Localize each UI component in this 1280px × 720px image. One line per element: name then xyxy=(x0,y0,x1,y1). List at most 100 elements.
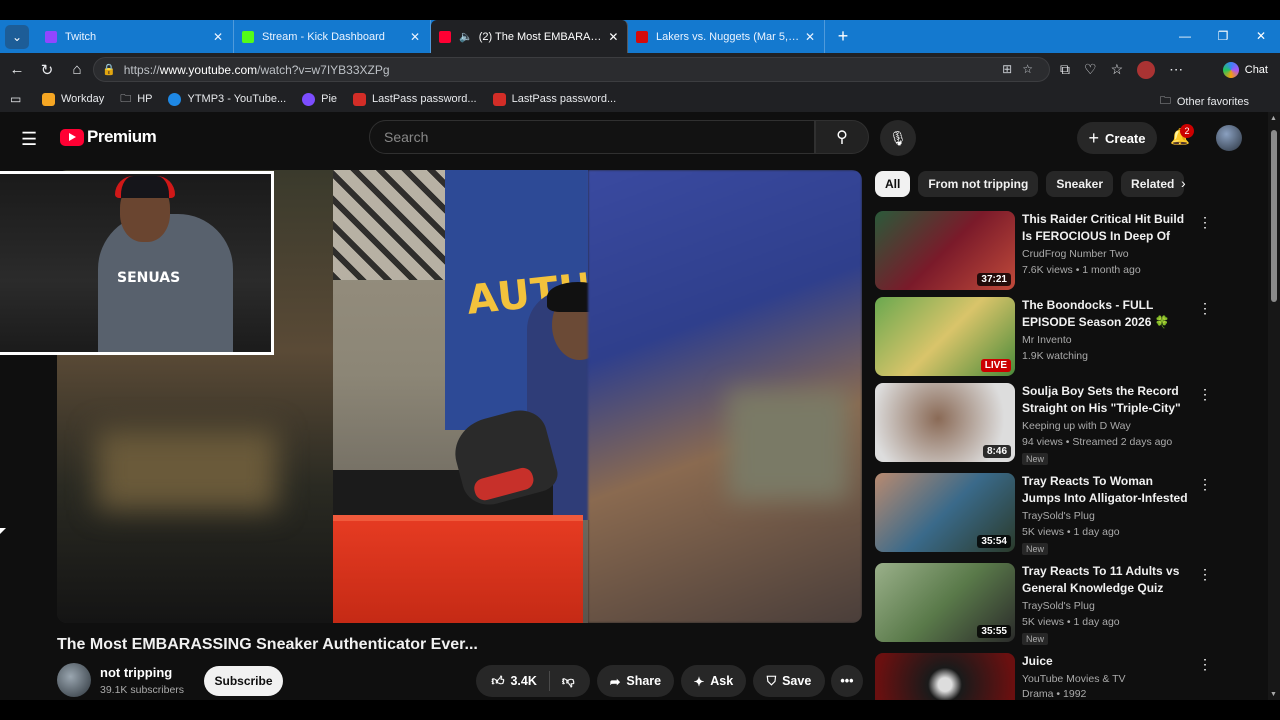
home-icon[interactable]: ⌂ xyxy=(62,61,92,78)
close-icon[interactable]: ✕ xyxy=(211,30,225,44)
video-thumbnail[interactable]: LIVE xyxy=(875,297,1015,376)
create-button[interactable]: + Create xyxy=(1077,122,1157,154)
more-vertical-icon[interactable]: ⋮ xyxy=(1198,214,1212,231)
share-button[interactable]: ➦ Share xyxy=(597,665,674,697)
page-scrollbar[interactable]: ▲ ▼ xyxy=(1268,112,1280,700)
recommendation-channel[interactable]: TraySold's Plug xyxy=(1022,510,1095,522)
recommendation-title[interactable]: The Boondocks - FULL EPISODE Season 2026… xyxy=(1022,297,1194,331)
recommendation-title[interactable]: This Raider Critical Hit Build Is FEROCI… xyxy=(1022,211,1194,245)
restore-icon[interactable]: ❐ xyxy=(1204,20,1242,53)
new-tab-button[interactable]: + xyxy=(829,26,857,47)
subscriber-count: 39.1K subscribers xyxy=(100,684,185,696)
video-thumbnail[interactable]: 37:21 xyxy=(875,211,1015,290)
tab-kick[interactable]: Stream - Kick Dashboard ✕ xyxy=(234,20,431,53)
copilot-chat-button[interactable]: Chat xyxy=(1222,59,1268,80)
more-vertical-icon[interactable]: ⋮ xyxy=(1198,300,1212,317)
menu-icon[interactable]: ☰ xyxy=(21,129,37,150)
scrollbar-thumb[interactable] xyxy=(1271,130,1277,302)
save-button[interactable]: ⛉ Save xyxy=(753,665,825,697)
recommendation-channel[interactable]: Keeping up with D Way xyxy=(1022,420,1131,432)
voice-search-button[interactable]: 🎙 xyxy=(880,120,916,156)
chip-related[interactable]: Related xyxy=(1121,171,1185,197)
more-actions-button[interactable]: ••• xyxy=(831,665,863,697)
chip-from-channel[interactable]: From not tripping xyxy=(918,171,1039,197)
notification-count-badge: 2 xyxy=(1180,124,1194,138)
channel-avatar[interactable] xyxy=(57,663,91,697)
folder-icon: 🗀 xyxy=(120,92,132,105)
screen: ⌄ Twitch ✕ Stream - Kick Dashboard ✕ 🔈 (… xyxy=(0,0,1280,720)
video-thumbnail[interactable]: 8:46 xyxy=(875,383,1015,462)
scroll-down-icon[interactable]: ▼ xyxy=(1270,691,1277,698)
recommendation-channel[interactable]: TraySold's Plug xyxy=(1022,600,1095,612)
recommendation-meta: 5K views • 1 day ago xyxy=(1022,616,1120,628)
site-info-icon[interactable]: 🔒 xyxy=(102,63,116,76)
browser-essentials-icon[interactable]: ♡ xyxy=(1084,61,1097,78)
chevron-right-icon[interactable]: › xyxy=(1181,175,1186,191)
bookmark-ytmp3[interactable]: YTMP3 - YouTube... xyxy=(168,92,286,106)
collections-icon[interactable]: ▭ xyxy=(10,92,24,106)
like-button[interactable]: 👍︎ 3.4K xyxy=(491,674,536,689)
video-thumbnail[interactable]: 35:55 xyxy=(875,563,1015,642)
tab-lakers-nuggets[interactable]: Lakers vs. Nuggets (Mar 5, 2026) | ✕ xyxy=(628,20,825,53)
bookmark-workday[interactable]: Workday xyxy=(42,92,104,106)
youtube-icon xyxy=(439,30,451,43)
chip-sneaker[interactable]: Sneaker xyxy=(1046,171,1114,197)
search-input[interactable]: Search xyxy=(369,120,815,154)
recommendation-title[interactable]: Tray Reacts To Woman Jumps Into Alligato… xyxy=(1022,473,1194,507)
bookmark-icon: ⛉ xyxy=(766,673,777,688)
more-vertical-icon[interactable]: ⋮ xyxy=(1198,656,1212,673)
bookmark-lastpass-1[interactable]: LastPass password... xyxy=(353,92,477,106)
chip-all[interactable]: All xyxy=(875,171,911,197)
more-vertical-icon[interactable]: ⋮ xyxy=(1198,566,1212,583)
tab-twitch[interactable]: Twitch ✕ xyxy=(37,20,234,53)
video-thumbnail[interactable] xyxy=(875,653,1015,700)
recommendation-channel[interactable]: Mr Invento xyxy=(1022,334,1072,346)
address-bar[interactable]: 🔒 https:// www.youtube.com /watch?v=w7IY… xyxy=(93,57,1050,82)
favorite-star-icon[interactable]: ☆ xyxy=(1022,62,1043,76)
profile-avatar[interactable] xyxy=(1137,60,1156,79)
recommendation-title[interactable]: Tray Reacts To 11 Adults vs General Know… xyxy=(1022,563,1194,597)
bookmark-lastpass-2[interactable]: LastPass password... xyxy=(492,92,616,106)
recommendation-item[interactable]: 8:46 Soulja Boy Sets the Record Straight… xyxy=(875,383,1215,465)
tab-youtube-active[interactable]: 🔈 (2) The Most EMBARASSING S ✕ xyxy=(431,20,628,53)
app-available-icon[interactable]: ⊞ xyxy=(1002,62,1022,76)
recommendation-item[interactable]: LIVE The Boondocks - FULL EPISODE Season… xyxy=(875,297,1215,377)
reload-icon[interactable]: ↻ xyxy=(32,61,62,79)
divider xyxy=(548,671,550,691)
more-vertical-icon[interactable]: ⋮ xyxy=(1198,476,1212,493)
subscribe-button[interactable]: Subscribe xyxy=(204,666,283,696)
recommendation-channel[interactable]: CrudFrog Number Two xyxy=(1022,248,1129,260)
close-icon[interactable]: ✕ xyxy=(804,30,816,44)
scroll-up-icon[interactable]: ▲ xyxy=(1270,115,1277,122)
tab-actions-menu-button[interactable]: ⌄ xyxy=(5,24,29,49)
bookmark-hp-folder[interactable]: 🗀 HP xyxy=(120,90,152,109)
recommendation-channel[interactable]: YouTube Movies & TV xyxy=(1022,673,1126,685)
video-thumbnail[interactable]: 35:54 xyxy=(875,473,1015,552)
minimize-icon[interactable]: — xyxy=(1166,20,1204,53)
recommendation-item[interactable]: 35:54 Tray Reacts To Woman Jumps Into Al… xyxy=(875,473,1215,555)
favorites-icon[interactable]: ☆ xyxy=(1111,61,1124,78)
settings-more-icon[interactable]: ⋯ xyxy=(1169,61,1183,78)
recommendation-title[interactable]: Soulja Boy Sets the Record Straight on H… xyxy=(1022,383,1194,417)
close-icon[interactable]: ✕ xyxy=(608,30,619,44)
recommendation-item[interactable]: 37:21 This Raider Critical Hit Build Is … xyxy=(875,211,1215,291)
recommendation-title[interactable]: Juice xyxy=(1022,653,1194,670)
bookmarks-bar: ▭ Workday 🗀 HP YTMP3 - YouTube... Pie Las… xyxy=(0,86,1280,112)
close-icon[interactable]: ✕ xyxy=(408,30,422,44)
close-window-icon[interactable]: ✕ xyxy=(1242,20,1280,53)
bookmark-pie[interactable]: Pie xyxy=(302,92,337,106)
recommendation-item[interactable]: 35:55 Tray Reacts To 11 Adults vs Genera… xyxy=(875,563,1215,645)
search-button[interactable]: ⚲ xyxy=(815,120,869,154)
back-arrow-icon[interactable]: ← xyxy=(2,61,32,78)
ask-button[interactable]: ✦ Ask xyxy=(681,665,746,697)
dislike-button[interactable]: 👎︎ xyxy=(562,674,575,689)
recommendation-item[interactable]: Juice YouTube Movies & TV Drama • 1992 ⋮ xyxy=(875,653,1215,700)
extensions-icon[interactable]: ⧉ xyxy=(1060,61,1070,78)
other-favorites-folder[interactable]: 🗀 Other favorites xyxy=(1160,92,1249,111)
account-avatar[interactable] xyxy=(1216,125,1242,151)
more-vertical-icon[interactable]: ⋮ xyxy=(1198,386,1212,403)
channel-name[interactable]: not tripping xyxy=(100,665,172,680)
youtube-premium-logo[interactable]: Premium xyxy=(60,127,157,147)
speaker-icon[interactable]: 🔈 xyxy=(459,30,473,43)
hoodie-logo: SENUAS xyxy=(117,270,181,286)
